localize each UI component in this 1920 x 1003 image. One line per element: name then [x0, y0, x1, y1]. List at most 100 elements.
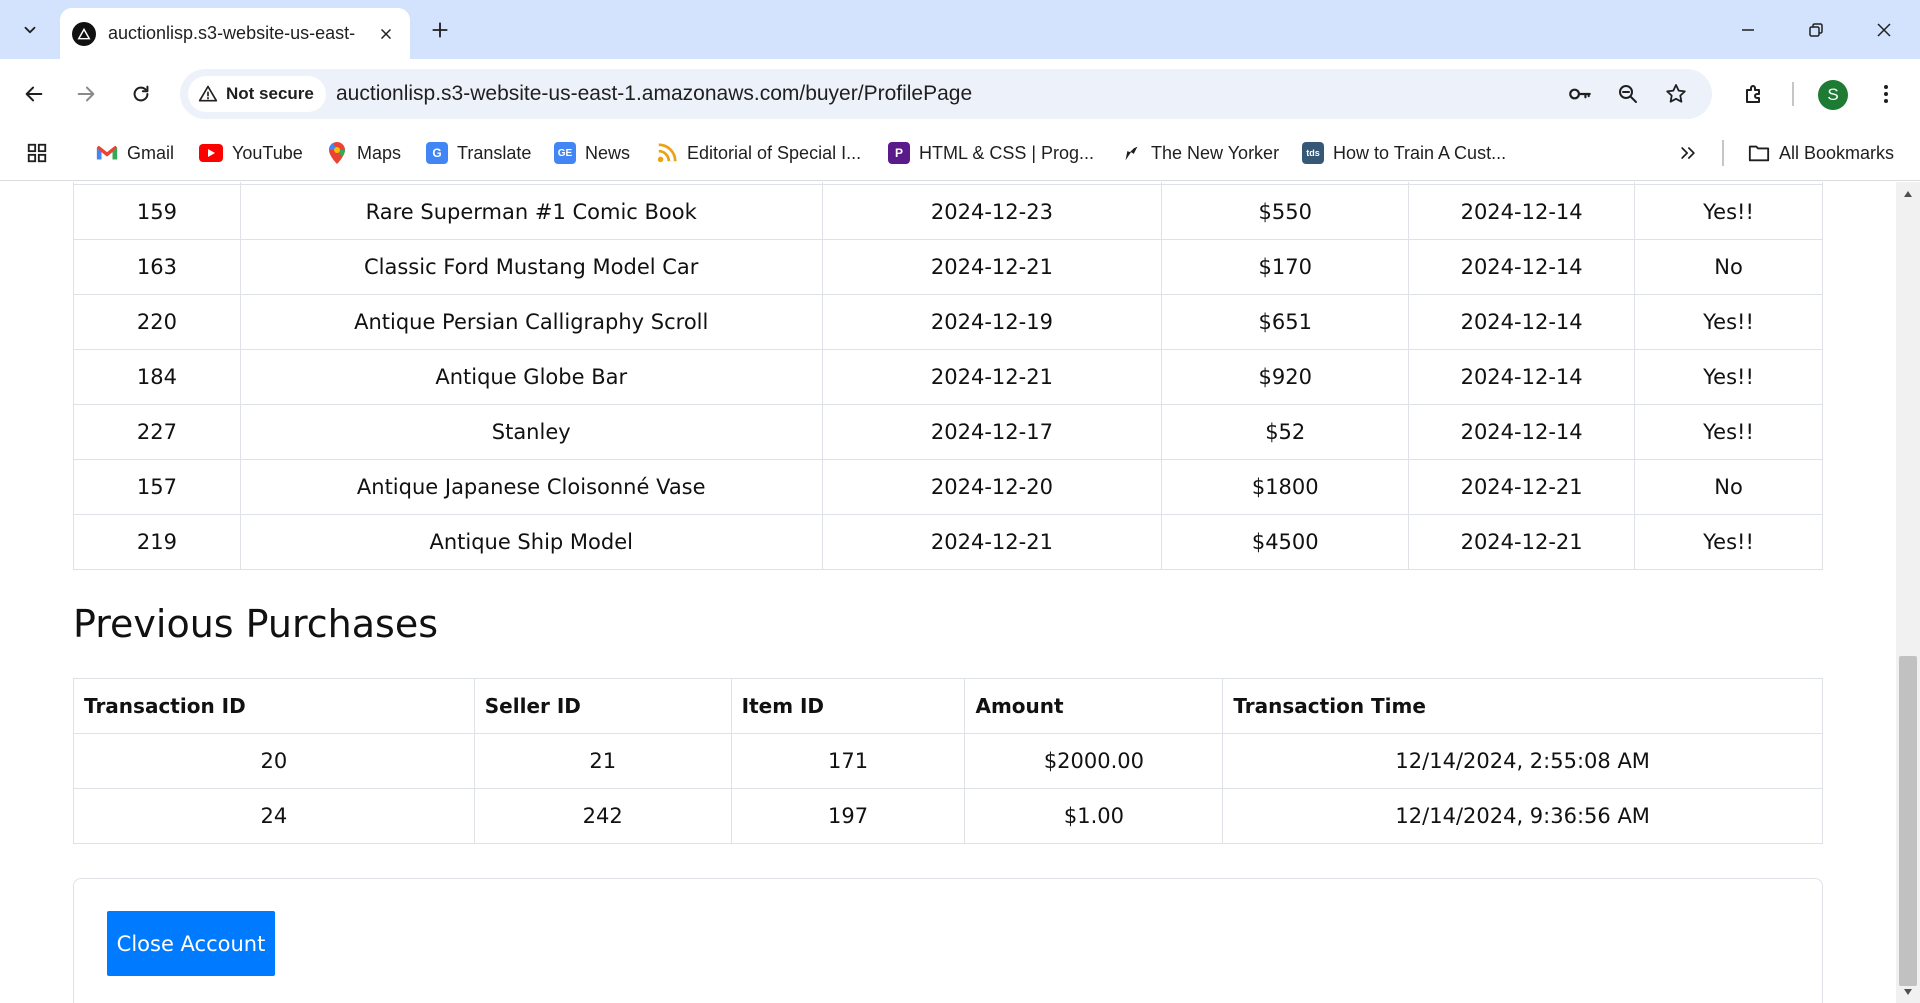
tab-search-button[interactable] [12, 12, 48, 48]
bookmark-news[interactable]: GE News [554, 137, 630, 169]
bookmark-label: YouTube [232, 142, 303, 163]
close-window-icon[interactable] [1868, 14, 1900, 46]
table-cell: 2024-12-17 [821, 404, 1163, 460]
table-cell: 2024-12-21 [821, 514, 1163, 570]
table-cell: 219 [73, 514, 241, 570]
bookmark-youtube[interactable]: YouTube [199, 137, 303, 169]
table-cell: Yes!! [1634, 404, 1823, 460]
new-tab-plus-icon[interactable] [424, 14, 456, 46]
bookmark-label: The New Yorker [1151, 142, 1280, 163]
table-row: 159 Rare Superman #1 Comic Book 2024-12-23… [73, 184, 1823, 240]
table-cell: 2024-12-20 [821, 459, 1163, 515]
table-cell: Stanley [239, 404, 823, 460]
apps-grid-icon[interactable] [26, 137, 48, 169]
security-label: Not secure [226, 84, 314, 103]
url-text[interactable]: auctionlisp.s3-website-us-east-1.amazona… [336, 82, 972, 106]
table-cell: Classic Ford Mustang Model Car [239, 239, 823, 295]
zoom-icon[interactable] [1612, 78, 1644, 110]
back-arrow-icon[interactable] [16, 76, 52, 112]
restore-icon[interactable] [1800, 14, 1832, 46]
table-cell: 159 [73, 184, 241, 240]
table-cell: 2024-12-14 [1408, 294, 1636, 350]
folder-icon [1748, 142, 1770, 164]
table-cell: 184 [73, 349, 241, 405]
table-row: 220 Antique Persian Calligraphy Scroll 202… [73, 294, 1823, 350]
bookmark-new-yorker[interactable]: The New Yorker [1120, 137, 1279, 169]
table-cell: Antique Japanese Cloisonné Vase [239, 459, 823, 515]
bookmarks-overflow-icon[interactable] [1678, 137, 1698, 169]
table-cell: 2024-12-21 [821, 239, 1163, 295]
all-bookmarks-label: All Bookmarks [1779, 142, 1895, 163]
translate-icon: G [426, 142, 448, 164]
table-cell: $651 [1161, 294, 1410, 350]
site-favicon-icon [72, 21, 96, 46]
table-cell: 12/14/2024, 2:55:08 AM [1222, 733, 1823, 789]
more-menu-icon[interactable] [1870, 78, 1902, 110]
table-cell: 2024-12-19 [821, 294, 1163, 350]
toolbar-divider [1792, 82, 1794, 106]
address-bar[interactable]: Not secure auctionlisp.s3-website-us-eas… [180, 69, 1712, 119]
table-cell: Antique Persian Calligraphy Scroll [239, 294, 823, 350]
table-cell: $550 [1161, 184, 1410, 240]
bookmark-editorial[interactable]: Editorial of Special I... [656, 137, 861, 169]
close-account-button[interactable]: Close Account [107, 911, 275, 976]
all-bookmarks-button[interactable]: All Bookmarks [1748, 137, 1894, 169]
account-card: Close Account [73, 878, 1823, 1003]
table-cell: 2024-12-14 [1408, 184, 1636, 240]
column-header: Amount [964, 678, 1224, 734]
youtube-icon [199, 144, 223, 162]
table-header-row: Transaction ID Seller ID Item ID Amount Tran… [73, 678, 1823, 734]
table-cell: 2024-12-21 [821, 349, 1163, 405]
bookmark-star-icon[interactable] [1660, 78, 1692, 110]
table-cell: $1800 [1161, 459, 1410, 515]
minimize-icon[interactable] [1732, 14, 1764, 46]
table-cell: Yes!! [1634, 349, 1823, 405]
table-row: 184 Antique Globe Bar 2024-12-21 $920 2024-1… [73, 349, 1823, 405]
table-row: 163 Classic Ford Mustang Model Car 2024-12… [73, 239, 1823, 295]
table-cell: 242 [473, 788, 732, 844]
table-cell: No [1634, 239, 1823, 295]
scrollbar-thumb[interactable] [1899, 656, 1917, 986]
table-cell: 2024-12-14 [1408, 404, 1636, 460]
column-header: Transaction Time [1222, 678, 1823, 734]
reload-icon[interactable] [123, 76, 159, 112]
bookmark-maps[interactable]: Maps [326, 137, 401, 169]
password-key-icon[interactable] [1564, 78, 1596, 110]
gmail-icon [96, 142, 118, 164]
bids-table: 159 Rare Superman #1 Comic Book 2024-12-23… [73, 182, 1823, 570]
bookmark-gmail[interactable]: Gmail [96, 137, 174, 169]
previous-purchases-heading: Previous Purchases [73, 602, 439, 646]
rss-icon [656, 142, 678, 164]
active-tab[interactable]: auctionlisp.s3-website-us-east- [60, 8, 410, 59]
bookmark-translate[interactable]: G Translate [426, 137, 531, 169]
security-chip[interactable]: Not secure [188, 76, 326, 112]
table-cell: $920 [1161, 349, 1410, 405]
table-cell: $4500 [1161, 514, 1410, 570]
bookmark-label: How to Train A Cust... [1333, 142, 1507, 163]
scroll-down-arrow-icon[interactable] [1900, 984, 1916, 1000]
table-cell: 2024-12-23 [821, 184, 1163, 240]
page-viewport: 159 Rare Superman #1 Comic Book 2024-12-23… [0, 182, 1896, 1003]
table-cell: 20 [73, 733, 475, 789]
bookmark-html-css[interactable]: P HTML & CSS | Prog... [888, 137, 1094, 169]
table-cell: $52 [1161, 404, 1410, 460]
tab-close-icon[interactable] [374, 22, 398, 46]
extensions-puzzle-icon[interactable] [1738, 78, 1770, 110]
column-header: Item ID [730, 678, 966, 734]
table-row: 157 Antique Japanese Cloisonné Vase 2024-1… [73, 459, 1823, 515]
bookmark-label: Gmail [127, 142, 175, 163]
table-cell: 2024-12-21 [1408, 514, 1636, 570]
maps-icon [326, 142, 348, 164]
table-row: 24 242 197 $1.00 12/14/2024, 9:36:56 AM [73, 788, 1823, 844]
table-cell: $170 [1161, 239, 1410, 295]
bookmark-label: Editorial of Special I... [687, 142, 862, 163]
chevron-down-icon [24, 26, 36, 34]
forward-arrow-icon[interactable] [68, 76, 104, 112]
scroll-up-arrow-icon[interactable] [1900, 186, 1916, 202]
table-cell: $1.00 [964, 788, 1224, 844]
bookmark-how-to-train[interactable]: tds How to Train A Cust... [1302, 137, 1506, 169]
table-cell: 2024-12-14 [1408, 349, 1636, 405]
profile-avatar[interactable]: S [1818, 80, 1848, 110]
table-row: 219 Antique Ship Model 2024-12-21 $4500 2024… [73, 514, 1823, 570]
table-cell: 227 [73, 404, 241, 460]
